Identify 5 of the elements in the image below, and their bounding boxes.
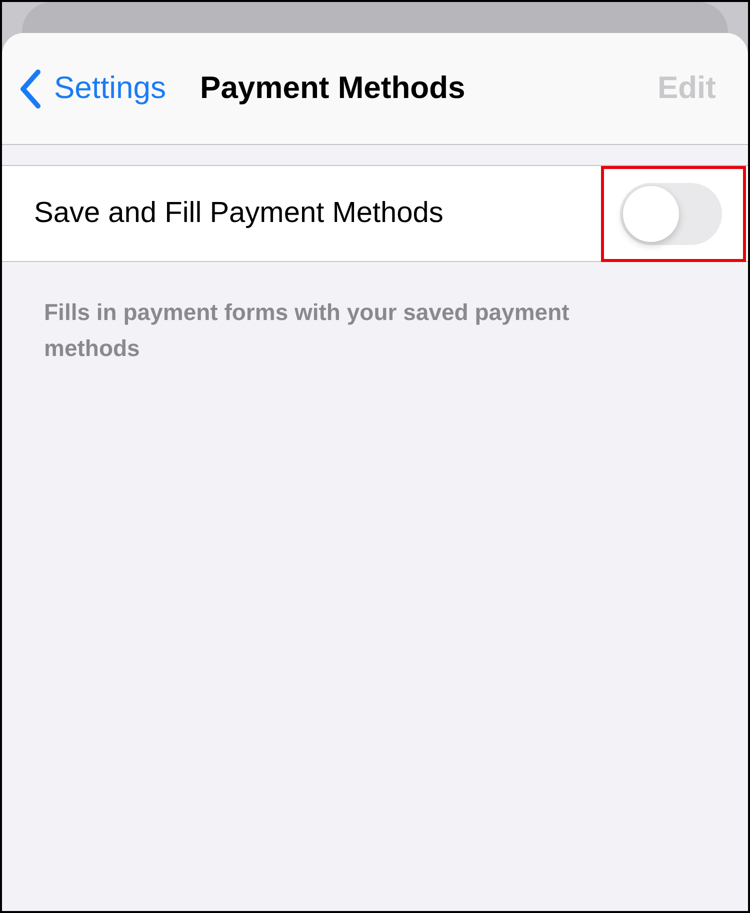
row-label: Save and Fill Payment Methods	[34, 196, 444, 231]
chevron-icon	[18, 68, 42, 108]
back-button[interactable]: Settings	[18, 65, 166, 112]
page-title: Payment Methods	[200, 69, 466, 108]
footer-note: Fills in payment forms with your saved payment methods	[44, 298, 570, 363]
